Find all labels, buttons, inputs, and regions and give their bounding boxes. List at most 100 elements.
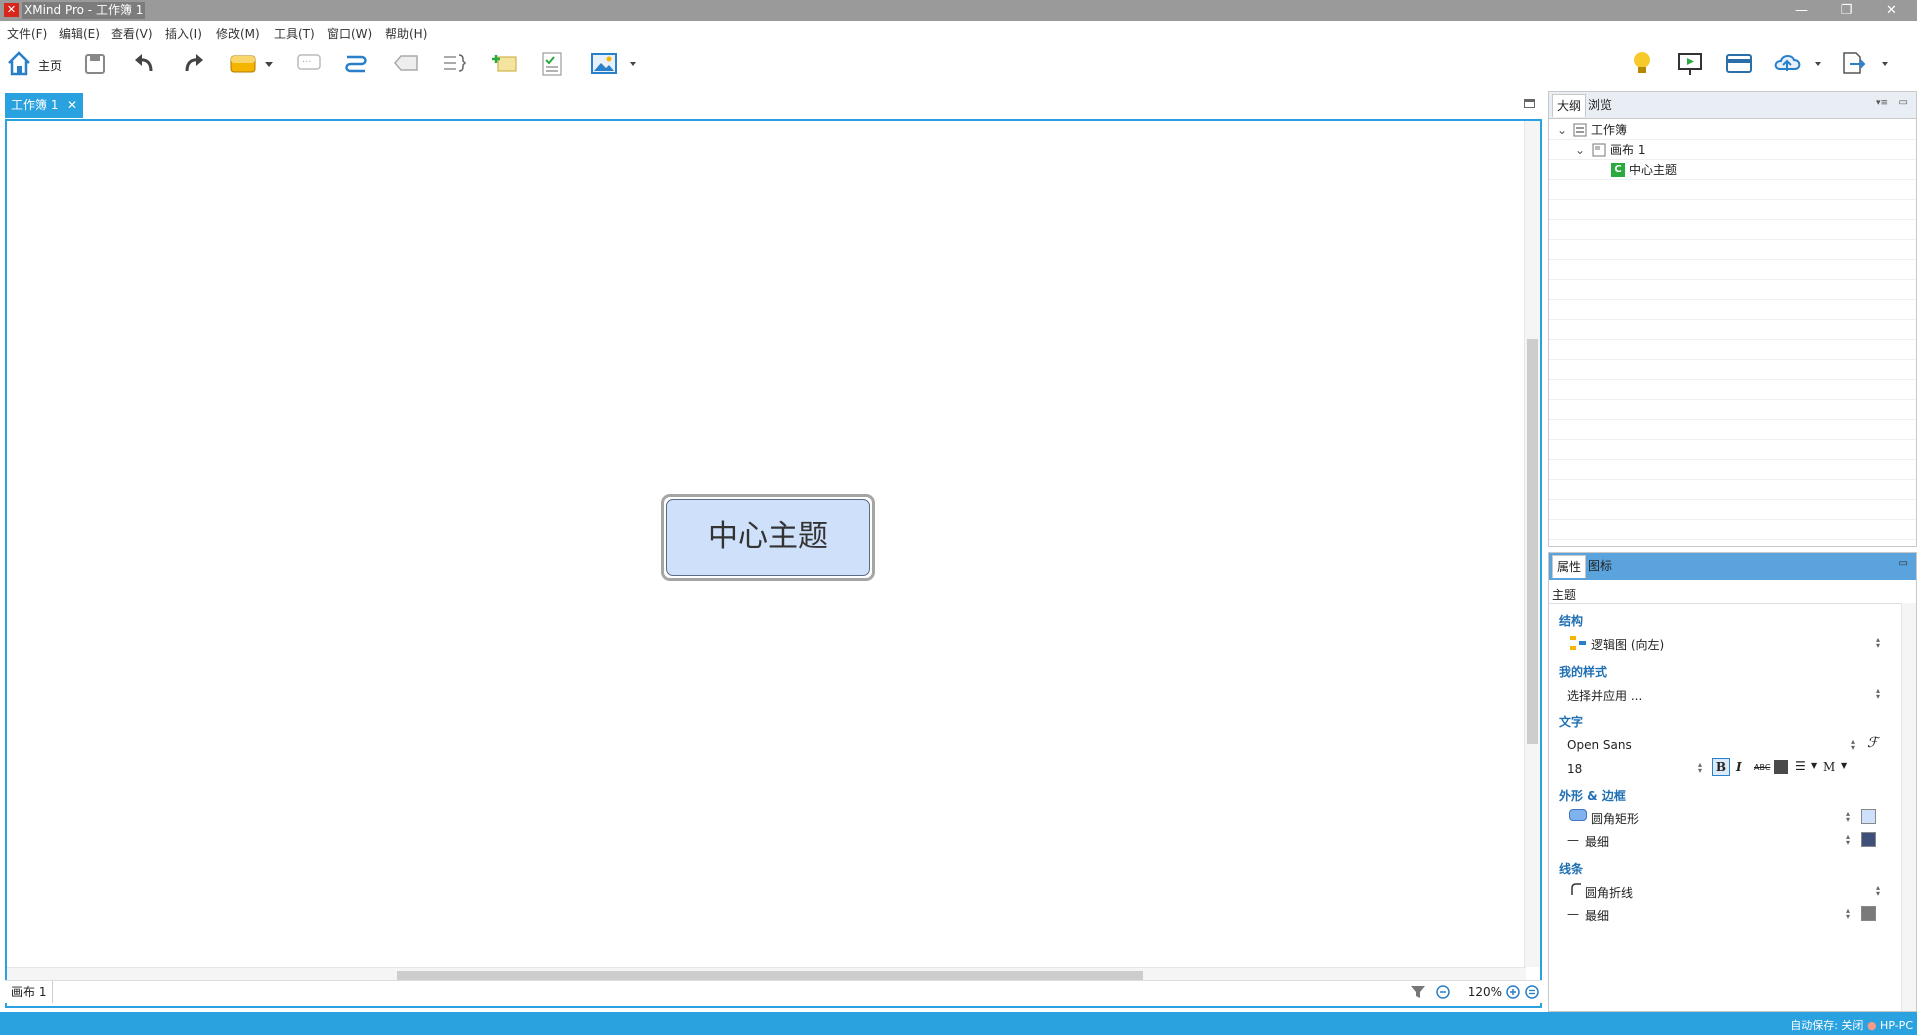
font-family-select[interactable]: Open Sans <box>1567 738 1632 752</box>
line-color-swatch[interactable] <box>1861 906 1876 921</box>
menu-insert[interactable]: 插入(I) <box>165 25 202 42</box>
structure-select[interactable]: 逻辑图 (向左) <box>1591 636 1664 653</box>
outline-empty-row <box>1549 420 1916 440</box>
text-case-button[interactable]: M <box>1823 760 1835 774</box>
outline-empty-row <box>1549 320 1916 340</box>
shape-select[interactable]: 圆角矩形 <box>1591 810 1639 827</box>
close-button[interactable]: ✕ <box>1869 0 1914 21</box>
font-dialog-icon[interactable]: ℱ <box>1867 735 1878 751</box>
undo-icon[interactable] <box>133 49 155 79</box>
outline-item-sheet[interactable]: ⌄ 画布 1 <box>1549 140 1916 160</box>
zoom-level: 120% <box>1467 985 1502 999</box>
style-spinner-icon[interactable]: ▴ ▾ <box>1874 687 1882 701</box>
border-width-select[interactable]: 最细 <box>1585 833 1609 850</box>
menu-modify[interactable]: 修改(M) <box>216 25 260 42</box>
idea-icon[interactable] <box>1630 49 1654 79</box>
home-icon[interactable] <box>6 49 32 79</box>
italic-button[interactable]: I <box>1736 760 1742 774</box>
tab-outline[interactable]: 大纲 <box>1552 94 1587 117</box>
tab-label: 工作簿 1 <box>11 98 59 112</box>
relationship-icon[interactable] <box>343 49 369 79</box>
menu-tools[interactable]: 工具(T) <box>274 25 315 42</box>
expand-icon[interactable]: ⌄ <box>1575 140 1585 160</box>
title-bar: ✕ XMind Pro - 工作簿 1 — ❐ ✕ <box>0 0 1917 21</box>
menu-view[interactable]: 查看(V) <box>111 25 153 42</box>
section-my-style-title: 我的样式 <box>1559 665 1608 679</box>
line-width-select[interactable]: 最细 <box>1585 907 1609 924</box>
tab-markers[interactable]: 图标 <box>1584 555 1616 578</box>
upload-icon[interactable] <box>1774 49 1824 79</box>
rounded-rect-icon <box>1569 809 1587 821</box>
strikethrough-button[interactable]: ABC <box>1754 763 1770 772</box>
sheet-tab-1[interactable]: 画布 1 <box>5 981 54 1003</box>
vertical-scrollbar[interactable] <box>1524 121 1540 967</box>
outline-empty-row <box>1549 220 1916 240</box>
style-select[interactable]: 选择并应用 ... <box>1567 687 1642 704</box>
tab-properties[interactable]: 属性 <box>1552 555 1587 578</box>
maximize-editor-icon[interactable] <box>1524 99 1535 108</box>
border-line-icon: — <box>1567 833 1579 847</box>
summary-icon[interactable] <box>441 49 467 79</box>
vertical-scroll-thumb[interactable] <box>1527 339 1538 744</box>
line-type-select[interactable]: 圆角折线 <box>1585 884 1633 901</box>
presentation-icon[interactable] <box>1677 49 1703 79</box>
export-icon[interactable] <box>1840 49 1890 79</box>
close-tab-icon[interactable]: ✕ <box>67 93 77 118</box>
font-spinner-icon[interactable]: ▴ ▾ <box>1849 738 1857 752</box>
tab-workbook-1[interactable]: 工作簿 1 ✕ <box>5 93 83 118</box>
filter-icon[interactable] <box>1410 984 1426 1003</box>
font-size-input[interactable]: 18 <box>1567 762 1582 776</box>
align-center-icon[interactable]: ☰ <box>1795 759 1806 773</box>
outline-empty-row <box>1549 180 1916 200</box>
menu-edit[interactable]: 编辑(E) <box>59 25 100 42</box>
central-topic-label[interactable]: 中心主题 <box>666 499 870 576</box>
note-icon[interactable] <box>490 49 518 79</box>
task-icon[interactable] <box>541 49 563 79</box>
restore-button[interactable]: ❐ <box>1824 0 1869 21</box>
menu-file[interactable]: 文件(F) <box>7 25 47 42</box>
panel-minimize-icon[interactable]: ▭ <box>1899 97 1908 108</box>
outline-empty-row <box>1549 440 1916 460</box>
fit-view-icon[interactable] <box>1524 984 1540 1003</box>
structure-spinner-icon[interactable]: ▴ ▾ <box>1874 636 1882 650</box>
line-width-spinner-icon[interactable]: ▴ ▾ <box>1844 907 1852 921</box>
shape-spinner-icon[interactable]: ▴ ▾ <box>1844 810 1852 824</box>
line-type-spinner-icon[interactable]: ▴ ▾ <box>1874 884 1882 898</box>
menu-window[interactable]: 窗口(W) <box>327 25 372 42</box>
mindmap-canvas[interactable]: 中心主题 <box>5 119 1542 1008</box>
outline-empty-row <box>1549 500 1916 520</box>
expand-icon[interactable]: ⌄ <box>1557 120 1567 140</box>
menu-help[interactable]: 帮助(H) <box>385 25 427 42</box>
boundary-icon[interactable] <box>392 49 420 79</box>
menu-bar: 文件(F) 编辑(E) 查看(V) 插入(I) 修改(M) 工具(T) 窗口(W… <box>0 21 1917 43</box>
font-size-spinner-icon[interactable]: ▴ ▾ <box>1696 761 1704 775</box>
image-icon[interactable] <box>590 49 636 79</box>
panel-menu-icon[interactable]: ▾≡ <box>1876 98 1888 108</box>
outline-item-workbook[interactable]: ⌄ 工作簿 <box>1549 120 1916 140</box>
panel-minimize-icon[interactable]: ▭ <box>1899 558 1908 569</box>
zoom-out-icon[interactable] <box>1435 984 1451 1003</box>
redo-icon[interactable] <box>183 49 205 79</box>
fill-color-swatch[interactable] <box>1861 809 1876 824</box>
outline-empty-row <box>1549 400 1916 420</box>
save-icon[interactable] <box>84 49 106 79</box>
border-spinner-icon[interactable]: ▴ ▾ <box>1844 833 1852 847</box>
central-topic[interactable]: 中心主题 <box>661 494 875 581</box>
properties-scrollbar[interactable] <box>1901 603 1916 1011</box>
home-label[interactable]: 主页 <box>38 57 62 74</box>
text-color-swatch[interactable] <box>1774 760 1788 774</box>
text-case-dropdown-icon[interactable]: ▼ <box>1841 761 1847 770</box>
user-name: HP-PC <box>1880 1019 1913 1032</box>
outline-empty-row <box>1549 200 1916 220</box>
callout-icon[interactable]: ··· <box>296 49 322 79</box>
align-dropdown-icon[interactable]: ▼ <box>1811 761 1817 770</box>
topic-icon[interactable] <box>229 49 275 79</box>
tab-browse[interactable]: 浏览 <box>1584 94 1616 117</box>
bold-button[interactable]: B <box>1712 758 1730 776</box>
zoom-in-icon[interactable] <box>1505 984 1521 1003</box>
minimize-button[interactable]: — <box>1779 0 1824 21</box>
border-color-swatch[interactable] <box>1861 832 1876 847</box>
share-icon[interactable] <box>1725 49 1753 79</box>
outline-empty-row <box>1549 280 1916 300</box>
outline-item-central-topic[interactable]: C 中心主题 <box>1549 160 1916 180</box>
